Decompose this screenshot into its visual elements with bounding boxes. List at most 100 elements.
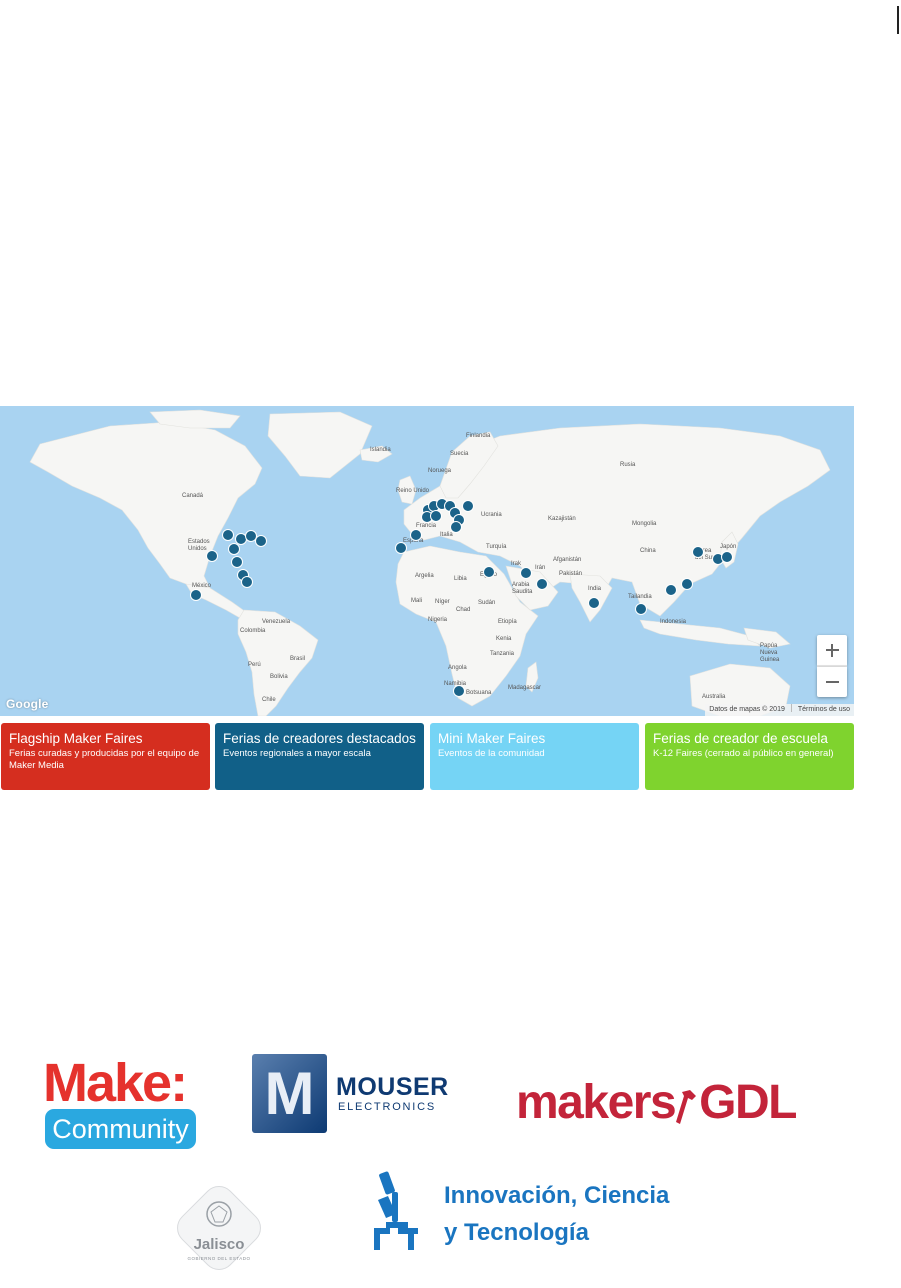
event-marker[interactable] [681,578,693,590]
place-label: Venezuela [262,619,291,625]
place-label: Japón [720,544,737,550]
map-attribution: Datos de mapas © 2019 Términos de uso [705,704,854,716]
place-label: Rusia [620,462,636,468]
mouser-logo-subtitle: ELECTRONICS [338,1101,437,1113]
event-marker[interactable] [520,567,532,579]
place-label: Italia [440,532,453,538]
place-label: Noruega [428,468,452,474]
wrench-icon [676,1090,697,1124]
zoom-out-button[interactable] [817,667,847,697]
event-marker[interactable] [635,603,647,615]
place-label: Estados Unidos [188,539,210,552]
place-label: Argelia [415,573,434,579]
place-label: Arabia Saudita [512,582,533,595]
legend-school: Ferias de creador de escuela K-12 Faires… [645,723,854,790]
event-marker[interactable] [536,578,548,590]
event-marker[interactable] [453,685,465,697]
innovacion-logo-line2: y Tecnología [444,1219,589,1246]
legend-featured: Ferias de creadores destacados Eventos r… [215,723,424,790]
make-logo: Make: [43,1053,188,1113]
place-label: Irak [511,561,522,567]
legend-title: Mini Maker Faires [438,731,546,746]
legend-title: Ferias de creador de escuela [653,731,828,746]
place-label: Pakistán [559,571,583,577]
place-label: Botsuana [466,690,492,696]
place-label: Islandia [370,447,391,453]
place-label: Turquía [486,544,507,550]
google-logo: Google [6,697,49,711]
place-label: Suecia [450,451,469,457]
jalisco-logo: Jalisco GOBIERNO DEL ESTADO [163,1172,275,1284]
place-label: Chile [262,697,276,703]
place-label: Etiopía [498,619,517,625]
event-marker[interactable] [483,566,495,578]
terms-link[interactable]: Términos de uso [798,706,850,713]
event-marker[interactable] [692,546,704,558]
event-marker[interactable] [450,521,462,533]
place-label: Tailandia [628,594,652,600]
place-label: Indonesia [660,619,687,625]
place-label: Kenia [496,636,512,642]
place-label: Finlandia [466,433,491,439]
legend-subtitle: Eventos de la comunidad [438,748,545,759]
event-marker[interactable] [395,542,407,554]
place-label: Níger [435,599,450,605]
legend-title: Flagship Maker Faires [9,731,143,746]
legend-subtitle: K-12 Faires (cerrado al público en gener… [653,748,834,759]
minus-icon [825,681,839,683]
place-label: Bolivia [270,674,288,680]
place-label: Brasil [290,656,306,662]
place-label: India [588,586,602,592]
legend-subtitle: Eventos regionales a mayor escala [223,748,371,759]
mouser-logo-mark: M [252,1054,327,1133]
event-marker[interactable] [462,500,474,512]
place-label: Mongolia [632,521,657,527]
event-marker[interactable] [721,551,733,563]
place-label: Afganistán [553,557,582,563]
place-label: Irán [535,565,546,571]
place-label: Canadá [182,493,204,499]
place-label: Ucrania [481,512,502,518]
place-label: Sudán [478,600,496,606]
jalisco-emblem [177,1186,261,1270]
makers-gdl-logo: makers GDL [516,1076,797,1129]
event-marker[interactable] [430,510,442,522]
community-badge: Community [45,1109,196,1149]
place-label: Kazajistán [548,516,576,522]
text-cursor [897,6,899,34]
event-marker[interactable] [255,535,267,547]
place-label: Reino Unido [396,488,430,494]
mouser-logo-text: MOUSER [336,1073,449,1101]
place-label: Mali [411,598,423,604]
event-marker[interactable] [588,597,600,609]
event-marker[interactable] [206,550,218,562]
place-label: Australia [702,694,726,700]
zoom-in-button[interactable] [817,635,847,665]
event-marker[interactable] [665,584,677,596]
jalisco-subtitle: GOBIERNO DEL ESTADO [187,1256,251,1261]
place-label: Madagascar [508,685,542,691]
place-label: Nigeria [428,617,448,623]
microscope-icon [374,1171,418,1250]
place-label: Tanzania [490,651,515,657]
legend-mini: Mini Maker Faires Eventos de la comunida… [430,723,639,790]
legend-subtitle: Ferias curadas y producidas por el equip… [9,748,200,771]
innovacion-logo-line1: Innovación, Ciencia [444,1182,670,1209]
event-marker[interactable] [222,529,234,541]
event-marker[interactable] [241,576,253,588]
event-marker[interactable] [190,589,202,601]
place-label: China [640,548,656,554]
event-marker[interactable] [231,556,243,568]
place-label: Perú [248,662,261,668]
place-label: Colombia [240,628,266,634]
place-label: Libia [454,576,467,582]
legend-title: Ferias de creadores destacados [223,731,416,746]
legend-flagship: Flagship Maker Faires Ferias curadas y p… [1,723,210,790]
world-map[interactable]: Finlandia Islandia Suecia Noruega Rusia … [0,406,854,716]
place-label: Papúa Nueva Guinea [760,643,780,663]
event-marker[interactable] [228,543,240,555]
place-label: Angola [448,665,467,671]
event-marker[interactable] [410,529,422,541]
jalisco-name: Jalisco [193,1236,245,1253]
place-label: Chad [456,607,471,613]
